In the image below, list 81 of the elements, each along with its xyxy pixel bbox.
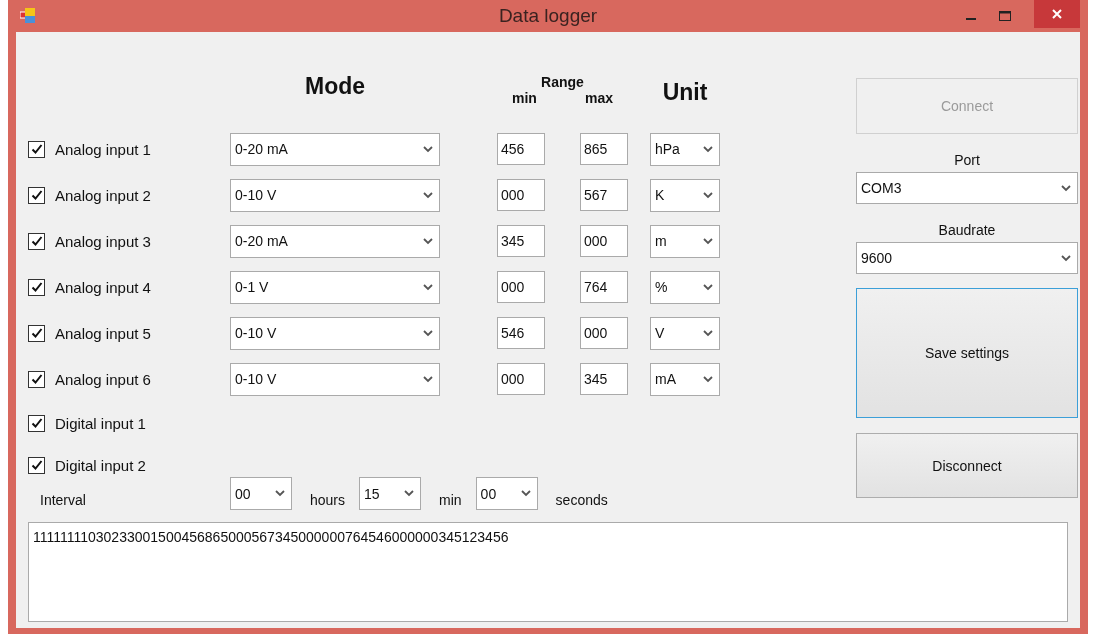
chevron-down-icon <box>423 191 433 199</box>
interval-label: Interval <box>39 492 87 508</box>
checkbox-label: Analog input 6 <box>55 370 151 388</box>
chevron-down-icon <box>703 145 713 153</box>
min-field[interactable]: 546 <box>497 317 545 349</box>
chevron-down-icon <box>703 375 713 383</box>
chevron-down-icon <box>404 490 415 497</box>
unit-dropdown[interactable]: mA <box>650 362 720 396</box>
unit-dropdown[interactable]: hPa <box>650 132 720 166</box>
checkbox[interactable] <box>28 186 45 204</box>
chevron-down-icon <box>275 490 285 497</box>
mode-dropdown[interactable]: 0-20 mA <box>230 224 440 258</box>
chevron-down-icon <box>423 283 433 291</box>
port-dropdown[interactable]: COM3 <box>856 172 1078 204</box>
interval-dropdown[interactable]: 00 <box>475 477 538 510</box>
column-heading: Unit <box>661 79 709 106</box>
column-heading: Mode <box>303 73 367 100</box>
chevron-down-icon <box>703 283 713 291</box>
min-field[interactable]: 000 <box>497 271 545 303</box>
checkbox-label: Analog input 4 <box>55 278 151 296</box>
window-title: Data logger <box>498 5 598 27</box>
max-field[interactable]: 000 <box>580 225 628 257</box>
max-field[interactable]: 345 <box>580 363 628 395</box>
checkbox[interactable] <box>28 370 45 388</box>
save-settings-button[interactable]: Save settings <box>856 288 1078 418</box>
close-icon <box>1051 8 1063 20</box>
chevron-down-icon <box>1061 254 1071 262</box>
chevron-down-icon <box>703 237 713 245</box>
column-heading: min <box>512 90 537 106</box>
min-field[interactable]: 000 <box>497 363 545 395</box>
chevron-down-icon <box>703 329 713 337</box>
unit-dropdown[interactable]: m <box>650 224 720 258</box>
unit-label: hours <box>310 492 346 508</box>
log-output: 11111111030233001500456865000567345000000764546000000345123456 <box>28 522 1068 622</box>
chevron-down-icon <box>703 191 713 199</box>
close-button[interactable] <box>1034 0 1080 28</box>
checkbox-label: Digital input 2 <box>55 456 146 474</box>
checkbox-label: Analog input 5 <box>55 324 151 342</box>
unit-label: seconds <box>555 492 608 508</box>
max-field[interactable]: 764 <box>580 271 628 303</box>
unit-label: min <box>439 492 462 508</box>
checkbox-label: Analog input 1 <box>55 140 151 158</box>
maximize-icon[interactable] <box>998 9 1012 23</box>
mode-dropdown[interactable]: 0-1 V <box>230 270 440 304</box>
unit-dropdown[interactable]: % <box>650 270 720 304</box>
unit-dropdown[interactable]: V <box>650 316 720 350</box>
checkbox[interactable] <box>28 278 45 296</box>
interval-dropdown[interactable]: 15 <box>359 477 422 510</box>
checkbox[interactable] <box>28 232 45 250</box>
chevron-down-icon <box>1061 184 1071 192</box>
checkbox[interactable] <box>28 414 45 432</box>
chevron-down-icon <box>423 329 433 337</box>
checkbox-label: Analog input 3 <box>55 232 151 250</box>
mode-dropdown[interactable]: 0-20 mA <box>230 132 440 166</box>
disconnect-button[interactable]: Disconnect <box>856 433 1078 498</box>
column-heading: max <box>584 90 613 106</box>
min-field[interactable]: 345 <box>497 225 545 257</box>
max-field[interactable]: 865 <box>580 133 628 165</box>
max-field[interactable]: 567 <box>580 179 628 211</box>
chevron-down-icon <box>423 375 433 383</box>
max-field[interactable]: 000 <box>580 317 628 349</box>
mode-dropdown[interactable]: 0-10 V <box>230 362 440 396</box>
checkbox[interactable] <box>28 324 45 342</box>
interval-dropdown[interactable]: 00 <box>230 477 292 510</box>
checkbox[interactable] <box>28 140 45 158</box>
chevron-down-icon <box>423 237 433 245</box>
checkbox-label: Digital input 1 <box>55 414 146 432</box>
chevron-down-icon <box>520 490 531 497</box>
mode-dropdown[interactable]: 0-10 V <box>230 316 440 350</box>
baudrate-label: Baudrate <box>937 222 997 238</box>
checkbox[interactable] <box>28 456 45 474</box>
port-label: Port <box>953 152 981 168</box>
column-heading: Range <box>541 74 584 90</box>
chevron-down-icon <box>423 145 433 153</box>
unit-dropdown[interactable]: K <box>650 178 720 212</box>
min-field[interactable]: 000 <box>497 179 545 211</box>
baudrate-dropdown[interactable]: 9600 <box>856 242 1078 274</box>
min-field[interactable]: 456 <box>497 133 545 165</box>
app-icon <box>20 8 36 24</box>
checkbox-label: Analog input 2 <box>55 186 151 204</box>
mode-dropdown[interactable]: 0-10 V <box>230 178 440 212</box>
